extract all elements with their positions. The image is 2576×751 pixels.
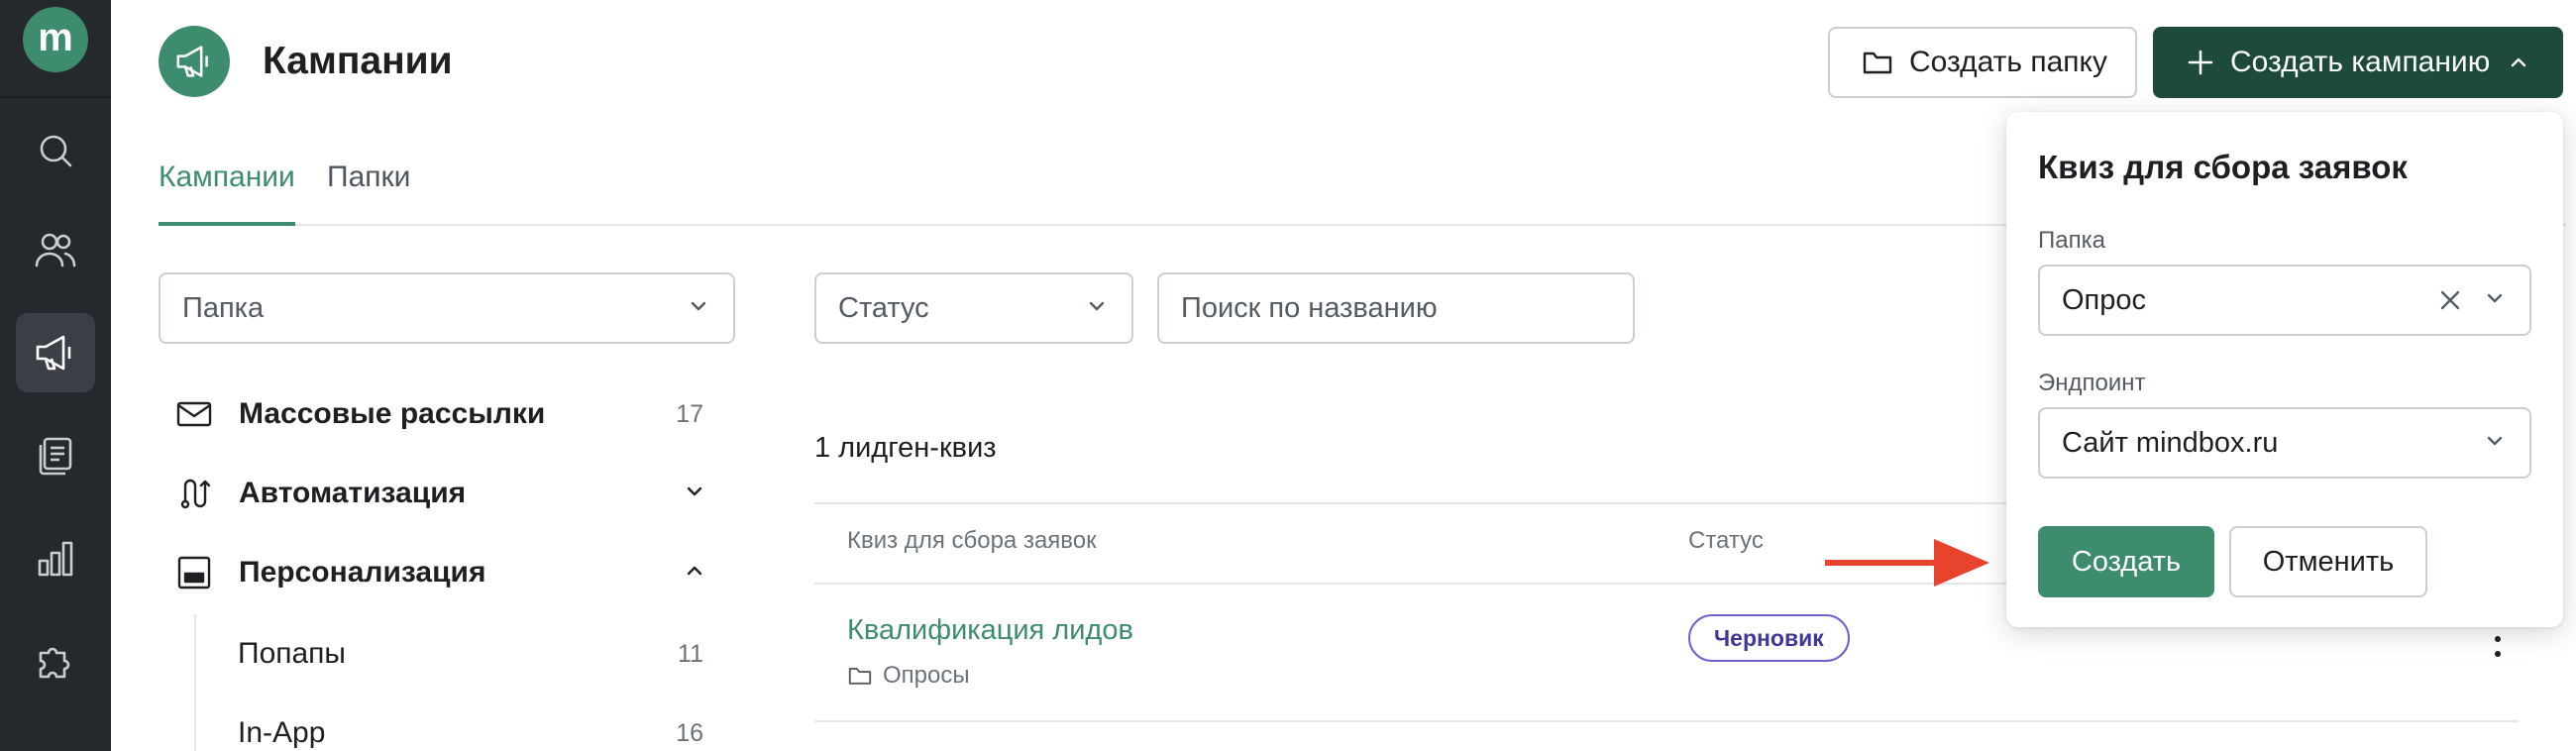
create-campaign-button[interactable]: Создать кампанию [2153,27,2563,98]
create-button[interactable]: Создать [2038,526,2214,597]
folder-filter-placeholder: Папка [182,291,265,324]
page-title: Кампании [263,40,453,82]
campaigns-badge [159,26,230,97]
layout-icon-wrap [174,556,214,590]
endpoint-field-select[interactable]: Сайт mindbox.ru [2038,407,2531,479]
campaign-folder: Опросы [847,662,970,690]
megaphone-icon [176,46,208,77]
rail-search[interactable] [16,111,95,190]
chevron-down-icon [1089,301,1105,311]
sidebar-item-count: 17 [676,399,703,428]
table-divider [814,720,2519,722]
rail-campaigns[interactable] [16,313,95,392]
status-filter-select[interactable]: Статус [814,272,1133,344]
left-rail: m [0,0,111,751]
rail-users[interactable] [16,210,95,289]
campaign-folder-name: Опросы [883,662,970,689]
create-folder-button[interactable]: Создать папку [1828,27,2137,98]
app-logo[interactable]: m [23,7,88,72]
sidebar-item-label: Персонализация [239,556,486,589]
create-folder-label: Создать папку [1909,46,2107,78]
status-filter-placeholder: Статус [838,291,929,324]
folder-icon [848,667,872,685]
folder-field-value: Опрос [2062,283,2147,316]
tab-folders[interactable]: Папки [327,159,410,196]
folder-icon [1863,52,1892,74]
chevron-down-icon [687,486,702,496]
rail-integrations[interactable] [16,622,95,701]
puzzle-icon [39,647,70,679]
rail-documents[interactable] [16,416,95,495]
sidebar-item-label: Автоматизация [239,477,467,509]
create-campaign-popover: Квиз для сбора заявок Папка Опрос Эндпои… [2006,112,2563,627]
folder-filter-select[interactable]: Папка [159,272,735,344]
chevron-down-icon [2487,293,2503,303]
column-header-name: Квиз для сбора заявок [847,527,1097,554]
users-icon [35,233,76,268]
folder-field-select[interactable]: Опрос [2038,265,2531,336]
megaphone-icon [36,335,71,371]
chevron-down-icon [2487,436,2503,446]
red-arrow-annotation [1825,539,1989,587]
sidebar-subitem-popups[interactable]: Попапы 11 [238,626,729,682]
sidebar-subitem-in-app[interactable]: In-App 16 [238,705,729,751]
sidebar-subitem-count: 11 [678,639,703,668]
folder-field-label: Папка [2038,227,2105,254]
logo-letter: m [38,16,73,59]
layout-icon [177,556,211,590]
sidebar-item-mass-mailings[interactable]: Массовые рассылки 17 [174,386,729,442]
submenu-line [194,614,196,751]
endpoint-field-value: Сайт mindbox.ru [2062,426,2279,459]
search-icon [40,135,72,167]
chevron-up-icon [2512,57,2526,67]
sidebar-subitem-count: 16 [676,718,703,747]
endpoint-field-label: Эндпоинт [2038,370,2146,396]
documents-icon [39,437,72,476]
campaign-name-link[interactable]: Квалификация лидов [847,614,1133,647]
chevron-down-icon [691,301,706,311]
sidebar-subitem-label: Попапы [238,637,346,670]
mail-icon-wrap [174,400,214,428]
close-icon[interactable] [2438,288,2462,312]
rail-analytics[interactable] [16,519,95,598]
route-icon-wrap [174,477,214,510]
results-count: 1 лидген-квиз [814,432,997,464]
cancel-button[interactable]: Отменить [2229,526,2427,597]
tab-campaigns[interactable]: Кампании [159,159,295,196]
analytics-icon [38,541,73,577]
create-campaign-label: Создать кампанию [2230,46,2491,78]
sidebar-subitem-label: In-App [238,716,326,749]
rail-divider [0,96,111,98]
route-icon [180,479,210,509]
column-header-status: Статус [1688,527,1764,554]
mail-icon [176,401,212,427]
sidebar-item-automation[interactable]: Автоматизация [174,466,729,521]
search-input[interactable] [1157,272,1635,344]
sidebar-item-label: Массовые рассылки [239,397,546,430]
active-tab-indicator [159,222,295,226]
sidebar-item-personalization[interactable]: Персонализация [174,545,729,600]
plus-icon [2188,50,2213,75]
status-badge: Черновик [1688,614,1850,662]
chevron-up-icon [687,566,702,576]
popover-title: Квиз для сбора заявок [2038,149,2408,185]
